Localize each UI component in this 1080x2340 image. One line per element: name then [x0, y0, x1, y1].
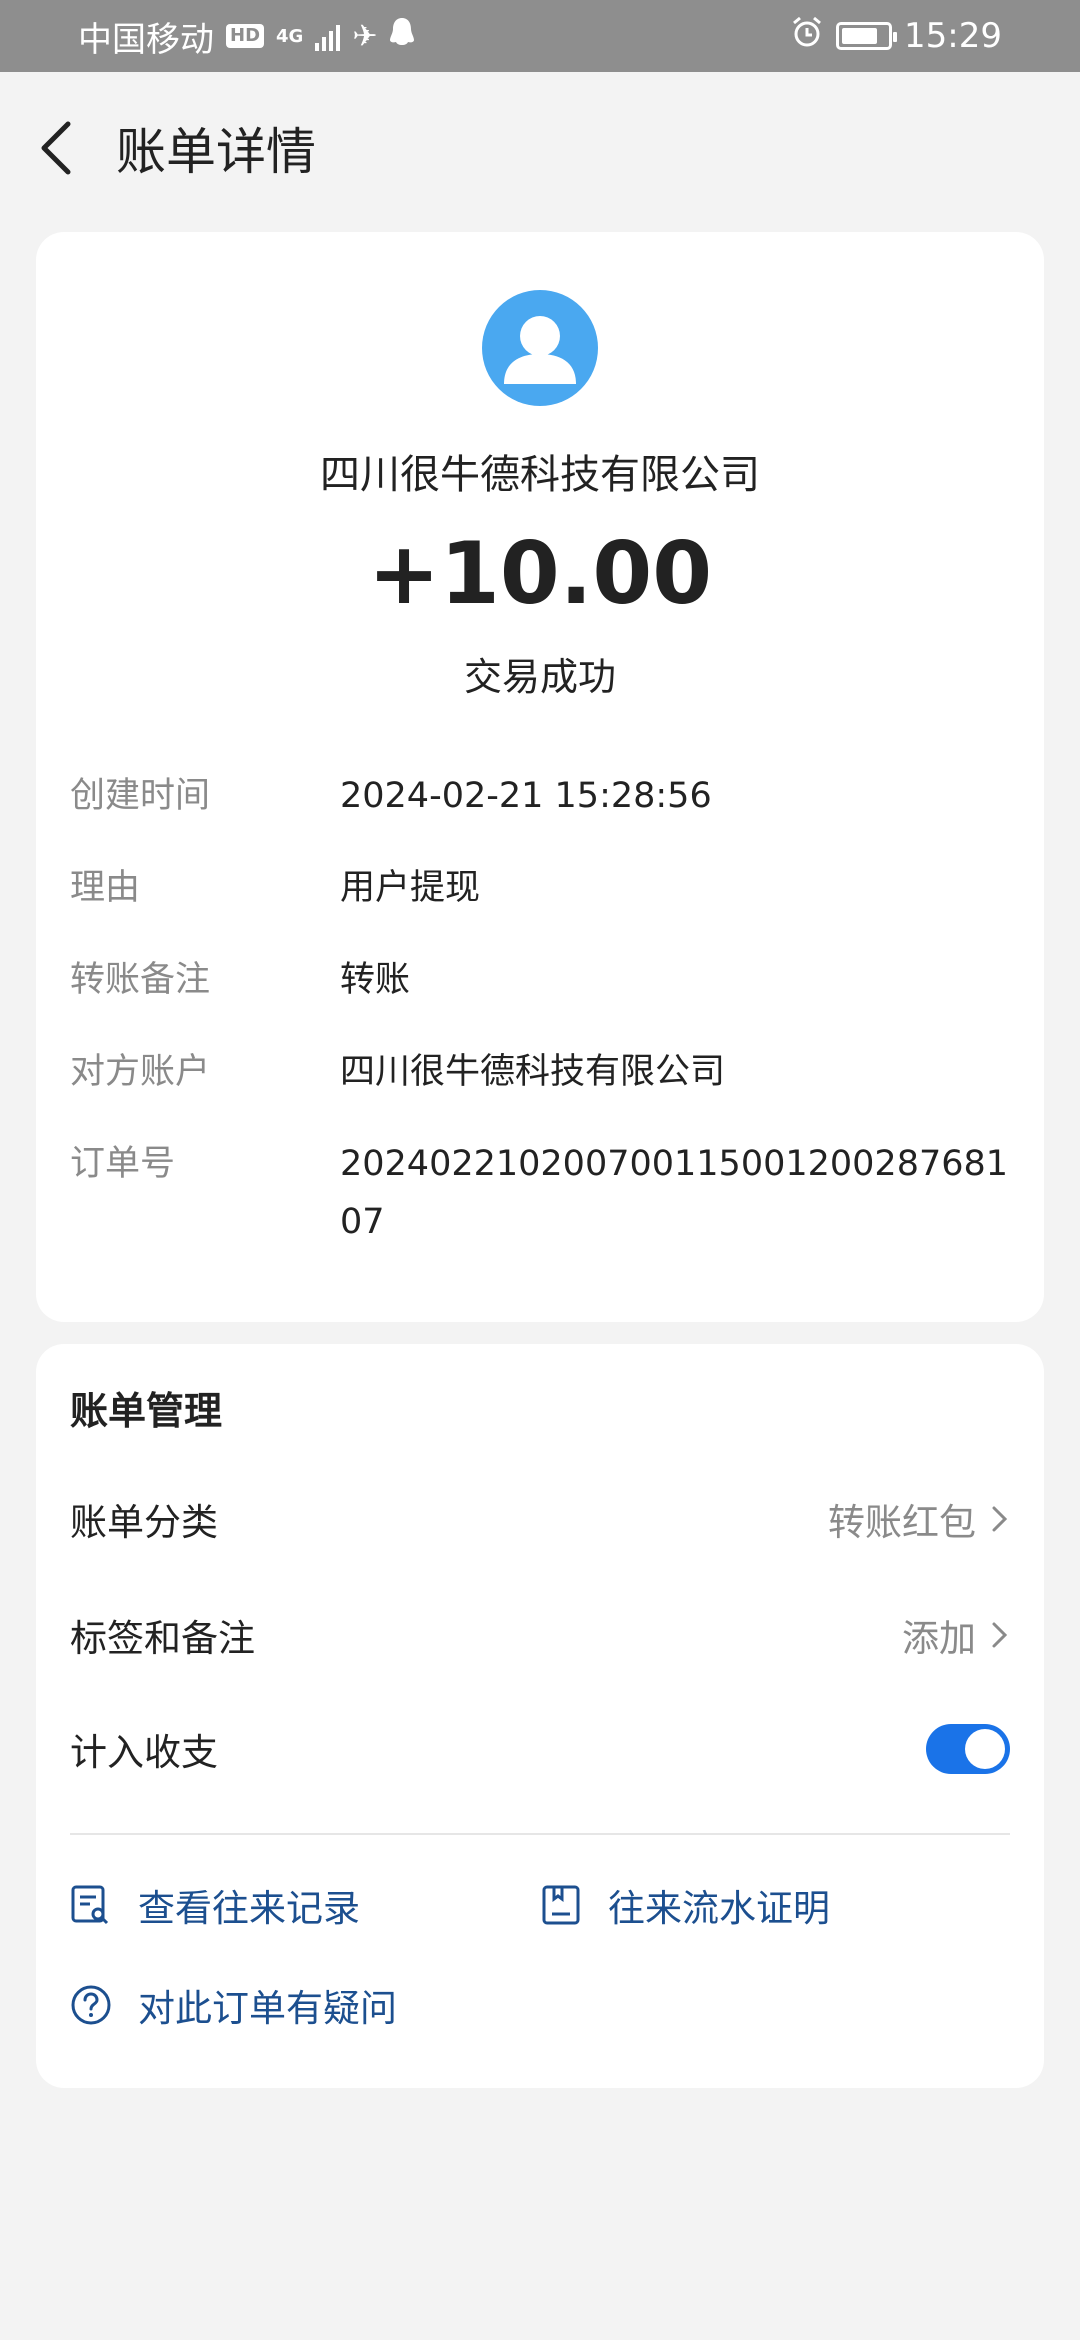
clock: 15:29 — [904, 16, 1002, 56]
detail-label: 转账备注 — [70, 960, 211, 1000]
detail-row-counterparty: 对方账户 四川很牛德科技有限公司 — [70, 1043, 1010, 1101]
bill-category-value: 转账红包 — [828, 1501, 976, 1544]
transaction-amount: +10.00 — [367, 524, 713, 624]
divider — [70, 1833, 1010, 1835]
status-left: 中国移动 HD 4G ✈ — [78, 12, 415, 61]
detail-value: 四川很牛德科技有限公司 — [340, 1052, 726, 1092]
include-in-balance-toggle[interactable] — [926, 1724, 1010, 1774]
tags-notes-row[interactable]: 标签和备注 添加 — [70, 1600, 1010, 1670]
statement-document-icon — [542, 1885, 580, 1925]
tags-notes-value: 添加 — [902, 1617, 976, 1660]
detail-label: 订单号 — [70, 1144, 176, 1184]
order-number-value[interactable]: 20240221020070011500120028768107 — [340, 1135, 1010, 1251]
bill-category-value-group: 转账红包 — [828, 1492, 1010, 1546]
app-header: 账单详情 — [0, 72, 1080, 218]
payee-avatar — [482, 290, 598, 406]
detail-label: 对方账户 — [70, 1052, 211, 1092]
section-title: 账单管理 — [70, 1389, 223, 1433]
status-right: 15:29 — [790, 15, 1002, 58]
hd-badge: HD — [226, 24, 265, 48]
record-search-icon — [71, 1885, 109, 1925]
order-question-link[interactable]: 对此订单有疑问 — [70, 1978, 397, 2032]
include-in-balance-label: 计入收支 — [70, 1731, 218, 1774]
view-records-link[interactable]: 查看往来记录 — [70, 1878, 360, 1932]
tags-notes-label: 标签和备注 — [70, 1617, 255, 1660]
payee-name: 四川很牛德科技有限公司 — [320, 452, 760, 498]
status-bar: 中国移动 HD 4G ✈ 15:29 — [0, 0, 1080, 72]
order-question-label: 对此订单有疑问 — [138, 1987, 397, 2030]
back-button[interactable] — [36, 118, 86, 178]
detail-label: 创建时间 — [70, 776, 211, 816]
bill-category-label: 账单分类 — [70, 1501, 218, 1544]
carrier-name: 中国移动 — [78, 19, 214, 60]
detail-value: 用户提现 — [340, 868, 481, 908]
back-arrow-icon — [41, 121, 71, 175]
bill-management-card: 账单管理 账单分类 转账红包 标签和备注 添加 计入收支 查看往来记录 往来流水… — [36, 1344, 1044, 2088]
battery-icon — [836, 22, 898, 50]
view-records-label: 查看往来记录 — [138, 1887, 360, 1930]
qq-notification-icon — [389, 16, 415, 57]
transaction-card: 四川很牛德科技有限公司 +10.00 交易成功 创建时间 2024-02-21 … — [36, 232, 1044, 1322]
network-label: 4G — [276, 25, 304, 47]
detail-row-remark: 转账备注 转账 — [70, 951, 1010, 1009]
user-icon — [504, 316, 576, 384]
question-circle-icon — [71, 1985, 111, 2025]
statement-link[interactable]: 往来流水证明 — [540, 1878, 830, 1932]
chevron-right-icon — [992, 1506, 1008, 1532]
detail-row-created-time: 创建时间 2024-02-21 15:28:56 — [70, 767, 1010, 825]
detail-row-order-number: 订单号 20240221020070011500120028768107 — [70, 1135, 1010, 1251]
chevron-right-icon — [992, 1622, 1008, 1648]
alarm-icon — [790, 15, 824, 58]
transaction-status: 交易成功 — [463, 655, 616, 699]
detail-row-reason: 理由 用户提现 — [70, 859, 1010, 917]
detail-label: 理由 — [70, 868, 141, 908]
statement-label: 往来流水证明 — [608, 1887, 830, 1930]
detail-value: 2024-02-21 15:28:56 — [340, 776, 712, 816]
app-notification-icon: ✈ — [352, 18, 378, 54]
bill-category-row[interactable]: 账单分类 转账红包 — [70, 1484, 1010, 1554]
signal-icon — [315, 21, 341, 51]
page-title: 账单详情 — [116, 123, 316, 181]
toggle-knob — [965, 1729, 1005, 1769]
include-in-balance-row: 计入收支 — [70, 1714, 1010, 1784]
detail-value: 转账 — [340, 960, 411, 1000]
tags-notes-value-group: 添加 — [902, 1608, 1010, 1662]
